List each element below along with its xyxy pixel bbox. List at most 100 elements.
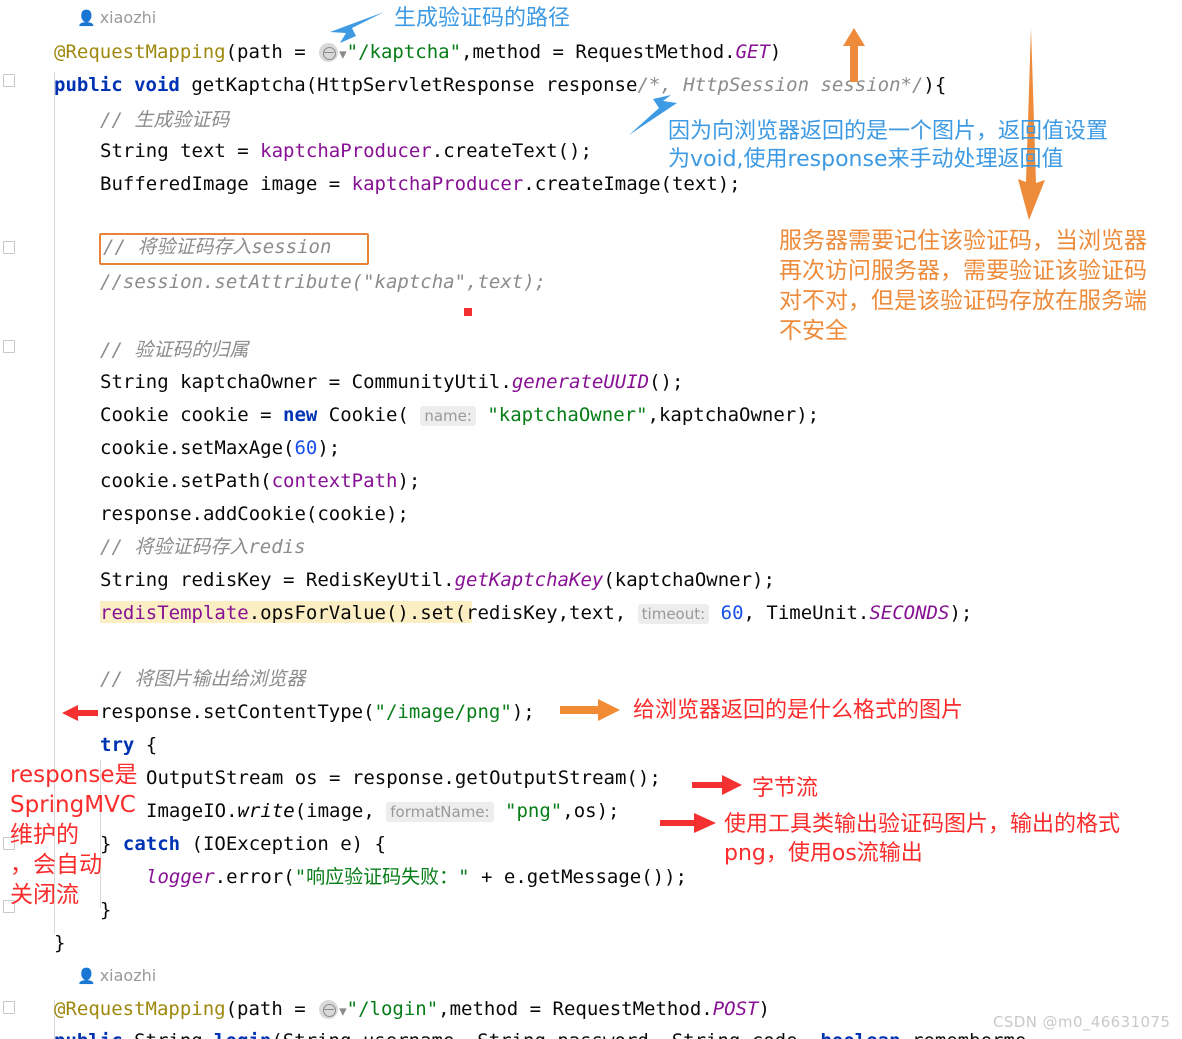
keyword: boolean <box>820 1030 900 1039</box>
red-arrow-bytestream <box>692 775 742 795</box>
vcs-author-annotation-bottom: 👤 xiaozhi <box>77 966 156 985</box>
code-line-catch[interactable]: } catch (IOException e) { <box>100 834 386 854</box>
static-method: write <box>237 800 295 822</box>
code-line-outputstream[interactable]: OutputStream os = response.getOutputStre… <box>146 768 661 788</box>
code-text: ,method = RequestMethod. <box>438 998 713 1020</box>
field-reference: contextPath <box>271 470 398 492</box>
keyword: void <box>134 74 180 96</box>
code-comment-generate-captcha: // 生成验证码 <box>100 109 230 131</box>
code-text: .createText(); <box>431 140 592 162</box>
person-icon: 👤 <box>77 967 96 985</box>
code-text: ) <box>769 41 782 63</box>
code-line-addcookie[interactable]: response.addCookie(cookie); <box>100 504 409 524</box>
red-arrow-imageio <box>660 813 716 833</box>
code-text: ,os); <box>562 800 620 822</box>
code-text: String redisKey = RedisKeyUtil. <box>100 569 455 591</box>
number-literal: 60 <box>720 602 744 624</box>
code-constant: POST <box>712 998 759 1020</box>
fold-marker[interactable] <box>3 340 15 353</box>
code-line-requestmapping-login[interactable]: @RequestMapping(path = ▾"/login",method … <box>54 999 770 1021</box>
code-line-setpath[interactable]: cookie.setPath(contextPath); <box>100 471 420 491</box>
code-line-setcontenttype[interactable]: response.setContentType("/image/png"); <box>100 702 535 722</box>
code-text: Cookie cookie = <box>100 404 284 426</box>
web-globe-icon[interactable] <box>319 1000 339 1019</box>
red-left-arrow <box>62 705 98 721</box>
code-text: String <box>123 1030 215 1039</box>
vcs-author-annotation-top: 👤 xiaozhi <box>77 8 156 27</box>
code-line-rediskey[interactable]: String redisKey = RedisKeyUtil.getKaptch… <box>100 570 775 590</box>
code-comment-captcha-owner: // 验证码的归属 <box>100 339 249 361</box>
annotation-token: @RequestMapping <box>54 41 226 63</box>
person-icon: 👤 <box>77 9 96 27</box>
code-text: .error( <box>214 866 295 888</box>
fold-marker[interactable] <box>3 241 15 254</box>
code-string: "响应验证码失败：" <box>294 866 470 888</box>
code-line-imageio-write[interactable]: ImageIO.write(image, formatName: "png",o… <box>146 801 619 822</box>
code-text: Cookie( <box>317 404 421 426</box>
code-text: (); <box>649 371 684 393</box>
annotation-red-bytestream: 字节流 <box>752 776 819 801</box>
code-text: cookie.setMaxAge( <box>100 437 295 459</box>
code-text: BufferedImage image = <box>100 173 352 195</box>
inline-comment: /*, HttpSession session*/ <box>637 74 924 96</box>
code-text: ,kaptchaOwner); <box>647 404 820 426</box>
orange-up-arrow <box>843 28 865 82</box>
code-line-close-method[interactable]: } <box>54 933 65 953</box>
annotation-orange-session: 服务器需要记住该验证码，当浏览器 再次访问服务器，需要验证该验证码 对不对，但是… <box>779 228 1147 344</box>
code-constant: SECONDS <box>869 602 950 624</box>
code-text: ); <box>397 470 421 492</box>
keyword: public <box>54 74 123 96</box>
csdn-watermark: CSDN @m0_46631075 <box>993 1013 1171 1031</box>
param-hint-timeout: timeout: <box>637 604 710 624</box>
code-text: ){ <box>923 74 947 96</box>
code-text: (IOException e) { <box>180 833 386 855</box>
keyword: try <box>100 734 135 756</box>
code-line-requestmapping-kaptcha[interactable]: @RequestMapping(path = ▾"/kaptcha",metho… <box>54 42 781 64</box>
code-string: "/login" <box>346 998 439 1020</box>
code-text: (HttpServletResponse response <box>305 74 638 96</box>
code-line-bufferedimage[interactable]: BufferedImage image = kaptchaProducer.cr… <box>100 174 741 194</box>
static-method: getKaptchaKey <box>454 569 604 591</box>
code-text: ); <box>511 701 535 723</box>
annotation-red-imageio: 使用工具类输出验证码图片，输出的格式 png，使用os流输出 <box>724 812 1121 866</box>
code-text: (path = <box>225 998 318 1020</box>
code-text: cookie.setPath( <box>100 470 272 492</box>
field-reference: kaptchaProducer <box>260 140 432 162</box>
code-text: rememberme <box>901 1030 1026 1039</box>
code-line-getkaptcha-signature[interactable]: public void getKaptcha(HttpServletRespon… <box>54 75 946 95</box>
code-text: (kaptchaOwner); <box>603 569 775 591</box>
param-hint-name: name: <box>420 406 476 426</box>
code-text: (image, <box>294 800 387 822</box>
method-name: getKaptcha <box>191 74 306 96</box>
code-line-login-signature[interactable]: public String login(String username, Str… <box>54 1031 1026 1039</box>
code-text: String kaptchaOwner = CommunityUtil. <box>100 371 512 393</box>
static-method: generateUUID <box>511 371 650 393</box>
code-text: ); <box>949 602 973 624</box>
fold-marker[interactable] <box>3 1001 15 1014</box>
red-dot-marker <box>464 308 472 316</box>
param-hint-formatname: formatName: <box>386 802 494 822</box>
code-text: ImageIO. <box>146 800 238 822</box>
keyword: public <box>54 1030 123 1039</box>
field-reference: kaptchaProducer <box>351 173 524 195</box>
fold-marker[interactable] <box>3 74 15 87</box>
code-line-string-text[interactable]: String text = kaptchaProducer.createText… <box>100 141 592 161</box>
code-comment-setattribute: //session.setAttribute("kaptcha",text); <box>100 271 547 293</box>
code-comment-store-redis: // 将验证码存入redis <box>100 536 306 558</box>
code-line-kaptchaowner[interactable]: String kaptchaOwner = CommunityUtil.gene… <box>100 372 683 392</box>
code-editor-screenshot: 👤 xiaozhi 👤 xiaozhi @RequestMapping(path =… <box>0 0 1182 1039</box>
code-line-logger-error[interactable]: logger.error("响应验证码失败：" + e.getMessage()… <box>146 867 687 887</box>
code-line-try[interactable]: try { <box>100 735 157 755</box>
field-reference: redisTemplate <box>100 602 249 624</box>
code-line-redistemplate-set[interactable]: redisTemplate.opsForValue().set(redisKey… <box>100 603 972 624</box>
annotation-blue-void: 因为向浏览器返回的是一个图片，返回值设置 为void,使用response来手动… <box>668 119 1109 172</box>
code-comment-output-image: // 将图片输出给浏览器 <box>100 668 306 690</box>
code-constant: GET <box>735 41 770 63</box>
chevron-down-icon[interactable]: ▾ <box>339 1001 347 1021</box>
code-text: { <box>134 734 158 756</box>
code-line-new-cookie[interactable]: Cookie cookie = new Cookie( name: "kaptc… <box>100 405 819 426</box>
code-line-setmaxage[interactable]: cookie.setMaxAge(60); <box>100 438 340 458</box>
annotation-blue-path: 生成验证码的路径 <box>394 6 571 31</box>
orange-right-arrow <box>560 699 620 721</box>
code-text: ,method = RequestMethod. <box>461 41 736 63</box>
